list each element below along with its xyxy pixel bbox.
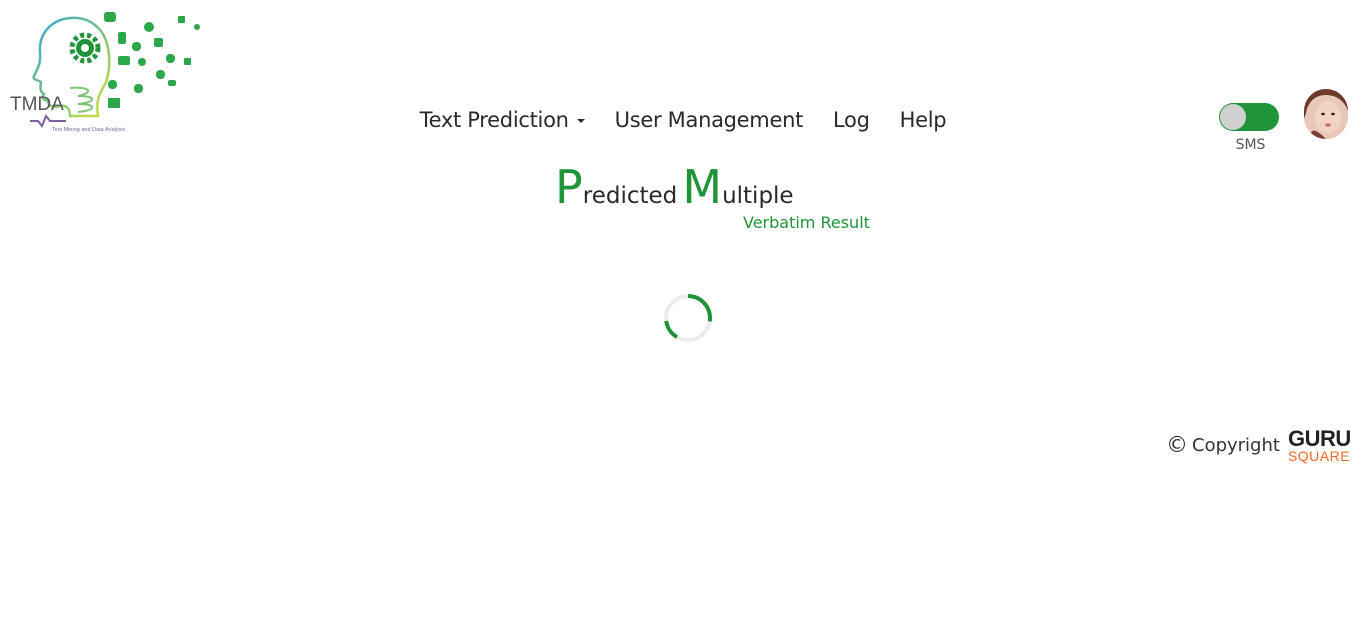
footer-copyright: © Copyright GURU SQUARE (1166, 426, 1351, 464)
avatar-photo-icon (1304, 89, 1348, 139)
spinner-icon (663, 293, 713, 343)
nav-user-management[interactable]: User Management (615, 108, 804, 132)
nav-help[interactable]: Help (900, 108, 947, 132)
gurusquare-logo-top: GURU (1287, 426, 1351, 451)
nav-text-prediction[interactable]: Text Prediction (420, 108, 585, 132)
gurusquare-logo[interactable]: GURU SQUARE (1287, 426, 1351, 464)
nav-text-prediction-label: Text Prediction (419, 108, 569, 132)
sms-toggle[interactable] (1219, 103, 1279, 131)
nav-log[interactable]: Log (833, 108, 870, 132)
toggle-knob (1220, 104, 1246, 130)
page: TMDA Text Mining and Data Analysis Text … (0, 0, 1366, 623)
page-title: Predicted Multiple (555, 160, 794, 214)
title-initial-p: P (555, 160, 583, 214)
main-nav: Text Prediction User Management Log Help (0, 108, 1366, 132)
sms-toggle-label: SMS (1235, 137, 1266, 153)
title-initial-m: M (682, 160, 723, 214)
copyright-label: Copyright (1192, 435, 1280, 456)
title-rest-m: ultiple (722, 183, 794, 209)
copyright-icon: © (1166, 433, 1188, 458)
page-subtitle: Verbatim Result (743, 213, 870, 232)
gurusquare-logo-bottom: SQUARE (1287, 448, 1351, 464)
caret-down-icon (576, 119, 585, 123)
sms-toggle-group: SMS (1219, 103, 1281, 153)
title-rest-p: redicted (582, 183, 678, 209)
user-avatar[interactable] (1304, 89, 1348, 139)
